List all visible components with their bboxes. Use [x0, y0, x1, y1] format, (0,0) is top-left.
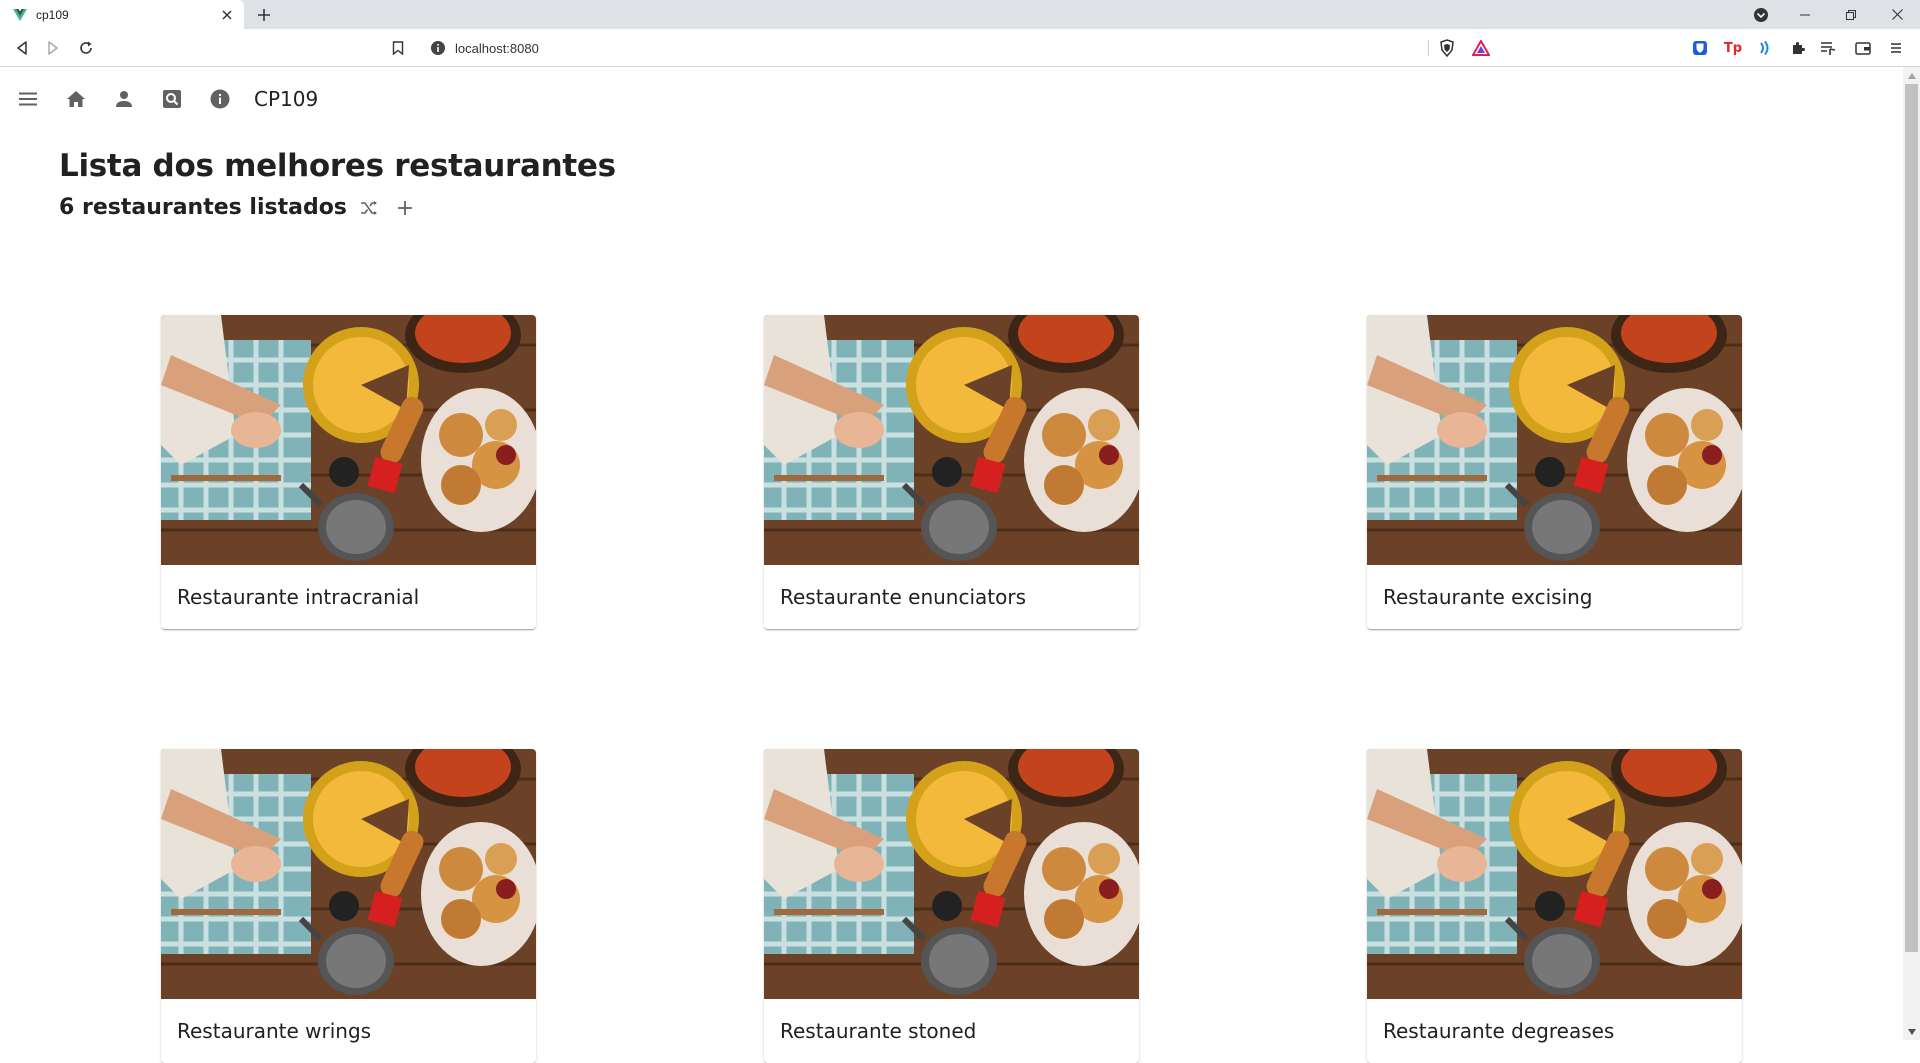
restore-icon	[1846, 9, 1856, 20]
restaurant-count: 6 restaurantes listados	[59, 195, 347, 220]
app-bar: CP109	[0, 67, 1900, 131]
restaurant-name: Restaurante excising	[1383, 585, 1593, 609]
restaurant-card[interactable]: Restaurante intracranial	[161, 315, 536, 629]
forward-button[interactable]	[41, 36, 65, 60]
shuffle-button[interactable]	[357, 196, 381, 220]
profile-button[interactable]	[112, 87, 136, 111]
person-icon	[116, 91, 132, 107]
forward-arrow-icon	[48, 41, 58, 55]
arrow-up-icon	[1907, 72, 1916, 79]
page-scrollbar[interactable]	[1903, 67, 1920, 1040]
browser-tab[interactable]: cp109	[0, 0, 244, 29]
minimize-button[interactable]	[1782, 0, 1828, 29]
site-info-icon[interactable]	[430, 40, 446, 56]
info-icon	[210, 89, 230, 109]
bookmark-icon	[392, 41, 404, 55]
page-title: Lista dos melhores restaurantes	[59, 148, 616, 184]
extensions-button[interactable]	[1786, 36, 1810, 60]
restaurant-card[interactable]: Restaurante degreases	[1367, 749, 1742, 1063]
address-bar[interactable]: localhost:8080	[418, 34, 1500, 62]
url-text: localhost:8080	[455, 40, 539, 56]
bookmark-button[interactable]	[386, 36, 410, 60]
playlist-icon	[1821, 42, 1836, 55]
restaurant-image	[764, 749, 1139, 999]
restaurant-card[interactable]: Restaurante wrings	[161, 749, 536, 1063]
sound-waves-icon	[1760, 40, 1769, 56]
scroll-thumb[interactable]	[1905, 84, 1918, 952]
vue-logo-icon	[13, 8, 27, 21]
back-button[interactable]	[10, 36, 34, 60]
close-window-button[interactable]	[1874, 0, 1920, 29]
menu-button[interactable]	[16, 87, 40, 111]
wallet-icon	[1855, 42, 1871, 55]
back-arrow-icon	[17, 41, 27, 55]
brave-rewards-button[interactable]	[1469, 36, 1493, 60]
close-tab-icon[interactable]	[216, 4, 238, 26]
chevron-down-circle-icon	[1754, 7, 1768, 22]
omnibox-divider	[1428, 40, 1429, 56]
restaurant-image	[1367, 749, 1742, 999]
shuffle-icon	[360, 200, 377, 215]
search-icon	[163, 90, 181, 108]
browser-toolbar: localhost:8080 Tp	[0, 29, 1920, 67]
hamburger-icon	[1891, 43, 1901, 53]
browser-menu-button[interactable]	[1884, 36, 1908, 60]
restaurant-image	[161, 315, 536, 565]
menu-icon	[19, 92, 37, 106]
restaurant-card[interactable]: Restaurante excising	[1367, 315, 1742, 629]
arrow-down-icon	[1907, 1028, 1916, 1035]
bitwarden-icon	[1693, 41, 1707, 55]
reload-button[interactable]	[74, 36, 98, 60]
restaurant-name: Restaurante intracranial	[177, 585, 420, 609]
plus-icon	[397, 200, 412, 215]
restaurant-name: Restaurante stoned	[780, 1019, 977, 1043]
browser-tab-bar: cp109	[0, 0, 1920, 29]
restaurant-card[interactable]: Restaurante stoned	[764, 749, 1139, 1063]
tab-search-button[interactable]	[1738, 0, 1784, 29]
subtitle-row: 6 restaurantes listados	[59, 195, 417, 220]
extension-tp[interactable]: Tp	[1721, 36, 1745, 60]
tp-extension-icon: Tp	[1723, 40, 1743, 56]
restaurant-card[interactable]: Restaurante enunciators	[764, 315, 1139, 629]
reload-icon	[80, 41, 92, 54]
puzzle-icon	[1793, 42, 1805, 54]
restaurant-image	[161, 749, 536, 999]
search-button[interactable]	[160, 87, 184, 111]
scroll-up-arrow[interactable]	[1903, 67, 1920, 84]
app-title: CP109	[254, 87, 319, 111]
close-icon	[1891, 9, 1903, 20]
plus-icon	[258, 9, 270, 21]
info-button[interactable]	[208, 87, 232, 111]
restore-button[interactable]	[1828, 0, 1874, 29]
restaurant-name: Restaurante wrings	[177, 1019, 372, 1043]
minimize-icon	[1800, 14, 1810, 15]
home-button[interactable]	[64, 87, 88, 111]
scroll-down-arrow[interactable]	[1903, 1023, 1920, 1040]
brave-shields-button[interactable]	[1435, 36, 1459, 60]
restaurant-image	[1367, 315, 1742, 565]
home-icon	[67, 91, 85, 107]
restaurant-name: Restaurante enunciators	[780, 585, 1027, 609]
shield-icon	[1440, 39, 1454, 57]
rewards-triangle-icon	[1472, 40, 1490, 56]
add-restaurant-button[interactable]	[393, 196, 417, 220]
restaurant-image	[764, 315, 1139, 565]
playlist-button[interactable]	[1816, 36, 1840, 60]
new-tab-button[interactable]	[252, 3, 276, 27]
extension-reader[interactable]	[1753, 36, 1777, 60]
tab-title: cp109	[36, 7, 69, 22]
restaurant-name: Restaurante degreases	[1383, 1019, 1615, 1043]
extension-bitwarden[interactable]	[1688, 36, 1712, 60]
wallet-button[interactable]	[1851, 36, 1875, 60]
